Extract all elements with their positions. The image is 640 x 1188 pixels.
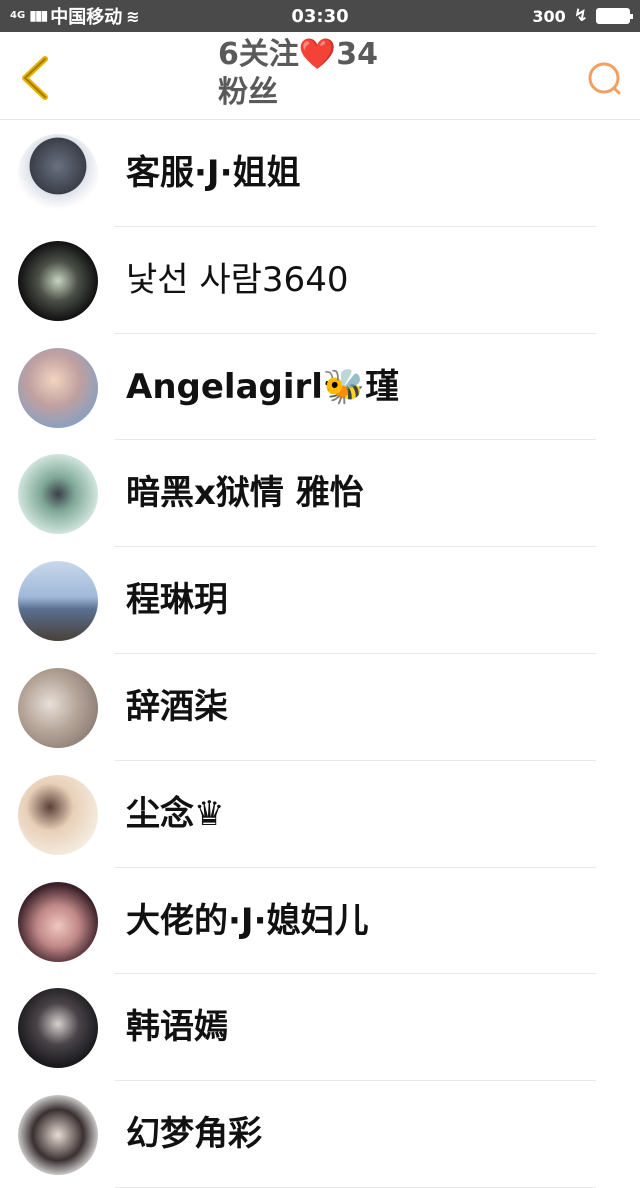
back-button[interactable] <box>14 52 54 104</box>
list-item[interactable]: 客服·J·姐姐 <box>0 120 640 227</box>
back-arrow-icon <box>22 56 48 100</box>
fans-list: 客服·J·姐姐 낯선 사람3640 Angelagirl🐝瑾 暗黑x狱情 雅怡 … <box>0 120 640 1188</box>
fan-name: 暗黑x狱情 雅怡 <box>126 473 364 514</box>
fan-name: 辞酒柒 <box>126 686 228 727</box>
avatar[interactable] <box>18 134 98 214</box>
search-icon <box>588 62 621 95</box>
fan-name: 尘念♛ <box>126 793 225 834</box>
carrier-name: 中国移动 <box>50 7 123 28</box>
list-item[interactable]: 韩语嫣 <box>0 974 640 1082</box>
fan-name: 韩语嫣 <box>126 1007 228 1048</box>
list-item[interactable]: 낯선 사람3640 <box>0 227 640 334</box>
fan-name: 幻梦角彩 <box>126 1114 262 1155</box>
avatar[interactable] <box>18 454 98 535</box>
status-right: 300 ↯ <box>532 6 633 26</box>
avatar[interactable] <box>18 988 98 1069</box>
list-item[interactable]: 程琳玥 <box>0 547 640 654</box>
fan-name: 程琳玥 <box>126 580 228 621</box>
page-title: 6关注❤️34 粉丝 <box>218 36 458 112</box>
list-item[interactable]: 暗黑x狱情 雅怡 <box>0 440 640 548</box>
list-item[interactable]: 大佬的·J·媳妇儿 <box>0 868 640 975</box>
avatar[interactable] <box>18 774 98 855</box>
status-bar: 4G ▮▮▮ 中国移动 ≋ 03:30 300 ↯ <box>0 0 640 32</box>
search-button[interactable] <box>586 60 626 100</box>
fan-name: Angelagirl🐝瑾 <box>126 366 400 407</box>
list-item[interactable]: 尘念♛ <box>0 761 640 868</box>
avatar[interactable] <box>18 240 98 321</box>
wifi-icon: ≋ <box>126 6 140 26</box>
network-speed: 300 <box>532 6 566 26</box>
title-line-1: 6关注❤️34 <box>218 37 378 72</box>
fan-name: 낯선 사람3640 <box>126 259 349 300</box>
data-icon: ↯ <box>573 6 588 26</box>
list-item[interactable]: 辞酒柒 <box>0 654 640 761</box>
avatar[interactable] <box>18 561 98 642</box>
fan-name: 大佬的·J·媳妇儿 <box>126 900 369 941</box>
status-left: 4G ▮▮▮ 中国移动 ≋ <box>10 3 140 29</box>
network-label: 4G <box>10 10 26 21</box>
signal-icon: ▮▮▮ <box>29 8 48 24</box>
list-item[interactable]: 幻梦角彩 <box>0 1081 640 1188</box>
avatar[interactable] <box>18 1095 98 1176</box>
avatar[interactable] <box>18 881 98 962</box>
fan-name: 客服·J·姐姐 <box>126 153 301 193</box>
title-line-2: 粉丝 <box>218 75 278 110</box>
network-type: 4G <box>10 11 25 21</box>
list-item[interactable]: Angelagirl🐝瑾 <box>0 334 640 441</box>
battery-icon <box>596 8 633 24</box>
header: 6关注❤️34 粉丝 <box>0 32 640 120</box>
avatar[interactable] <box>18 667 98 748</box>
avatar[interactable] <box>18 347 98 428</box>
